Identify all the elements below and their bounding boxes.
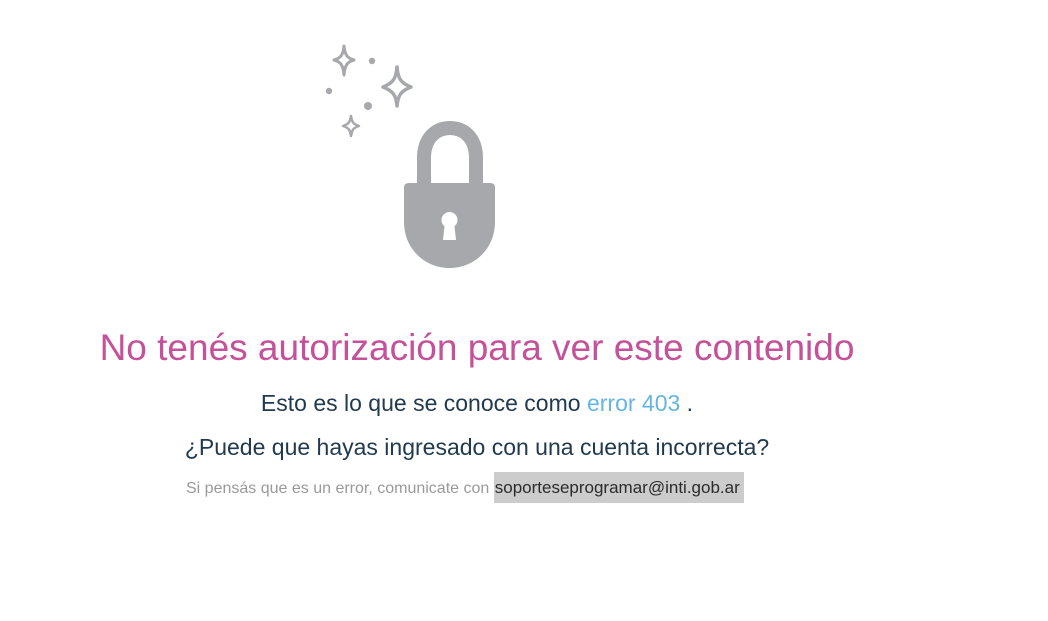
sparkle-dot-icon <box>368 57 376 65</box>
error-code-line: Esto es lo que se conoce como error 403 … <box>0 388 954 418</box>
padlock-illustration <box>325 44 495 268</box>
wrong-account-question: ¿Puede que hayas ingresado con una cuent… <box>184 434 770 460</box>
sparkle-star-icon <box>341 114 361 138</box>
contact-prefix: Si pensás que es un error, comunicate co… <box>186 480 490 497</box>
contact-email[interactable]: soporteseprogramar@inti.gob.ar <box>493 472 744 503</box>
padlock-shackle <box>417 120 483 188</box>
contact-line: Si pensás que es un error, comunicate co… <box>186 472 744 504</box>
error-code-prefix: Esto es lo que se conoce como <box>260 390 581 416</box>
padlock-icon <box>404 120 495 268</box>
error-page: No tenés autorización para ver este cont… <box>0 0 1048 621</box>
sparkle-star-icon <box>332 44 356 77</box>
error-403-link[interactable]: error 403 <box>587 390 680 416</box>
sparkle-star-icon <box>381 65 413 108</box>
error-code-suffix: . <box>686 390 694 416</box>
page-title: No tenés autorización para ver este cont… <box>99 327 855 368</box>
sparkle-dot-icon <box>364 102 372 110</box>
sparkles-icon <box>325 44 413 138</box>
sparkle-dot-icon <box>325 87 333 95</box>
